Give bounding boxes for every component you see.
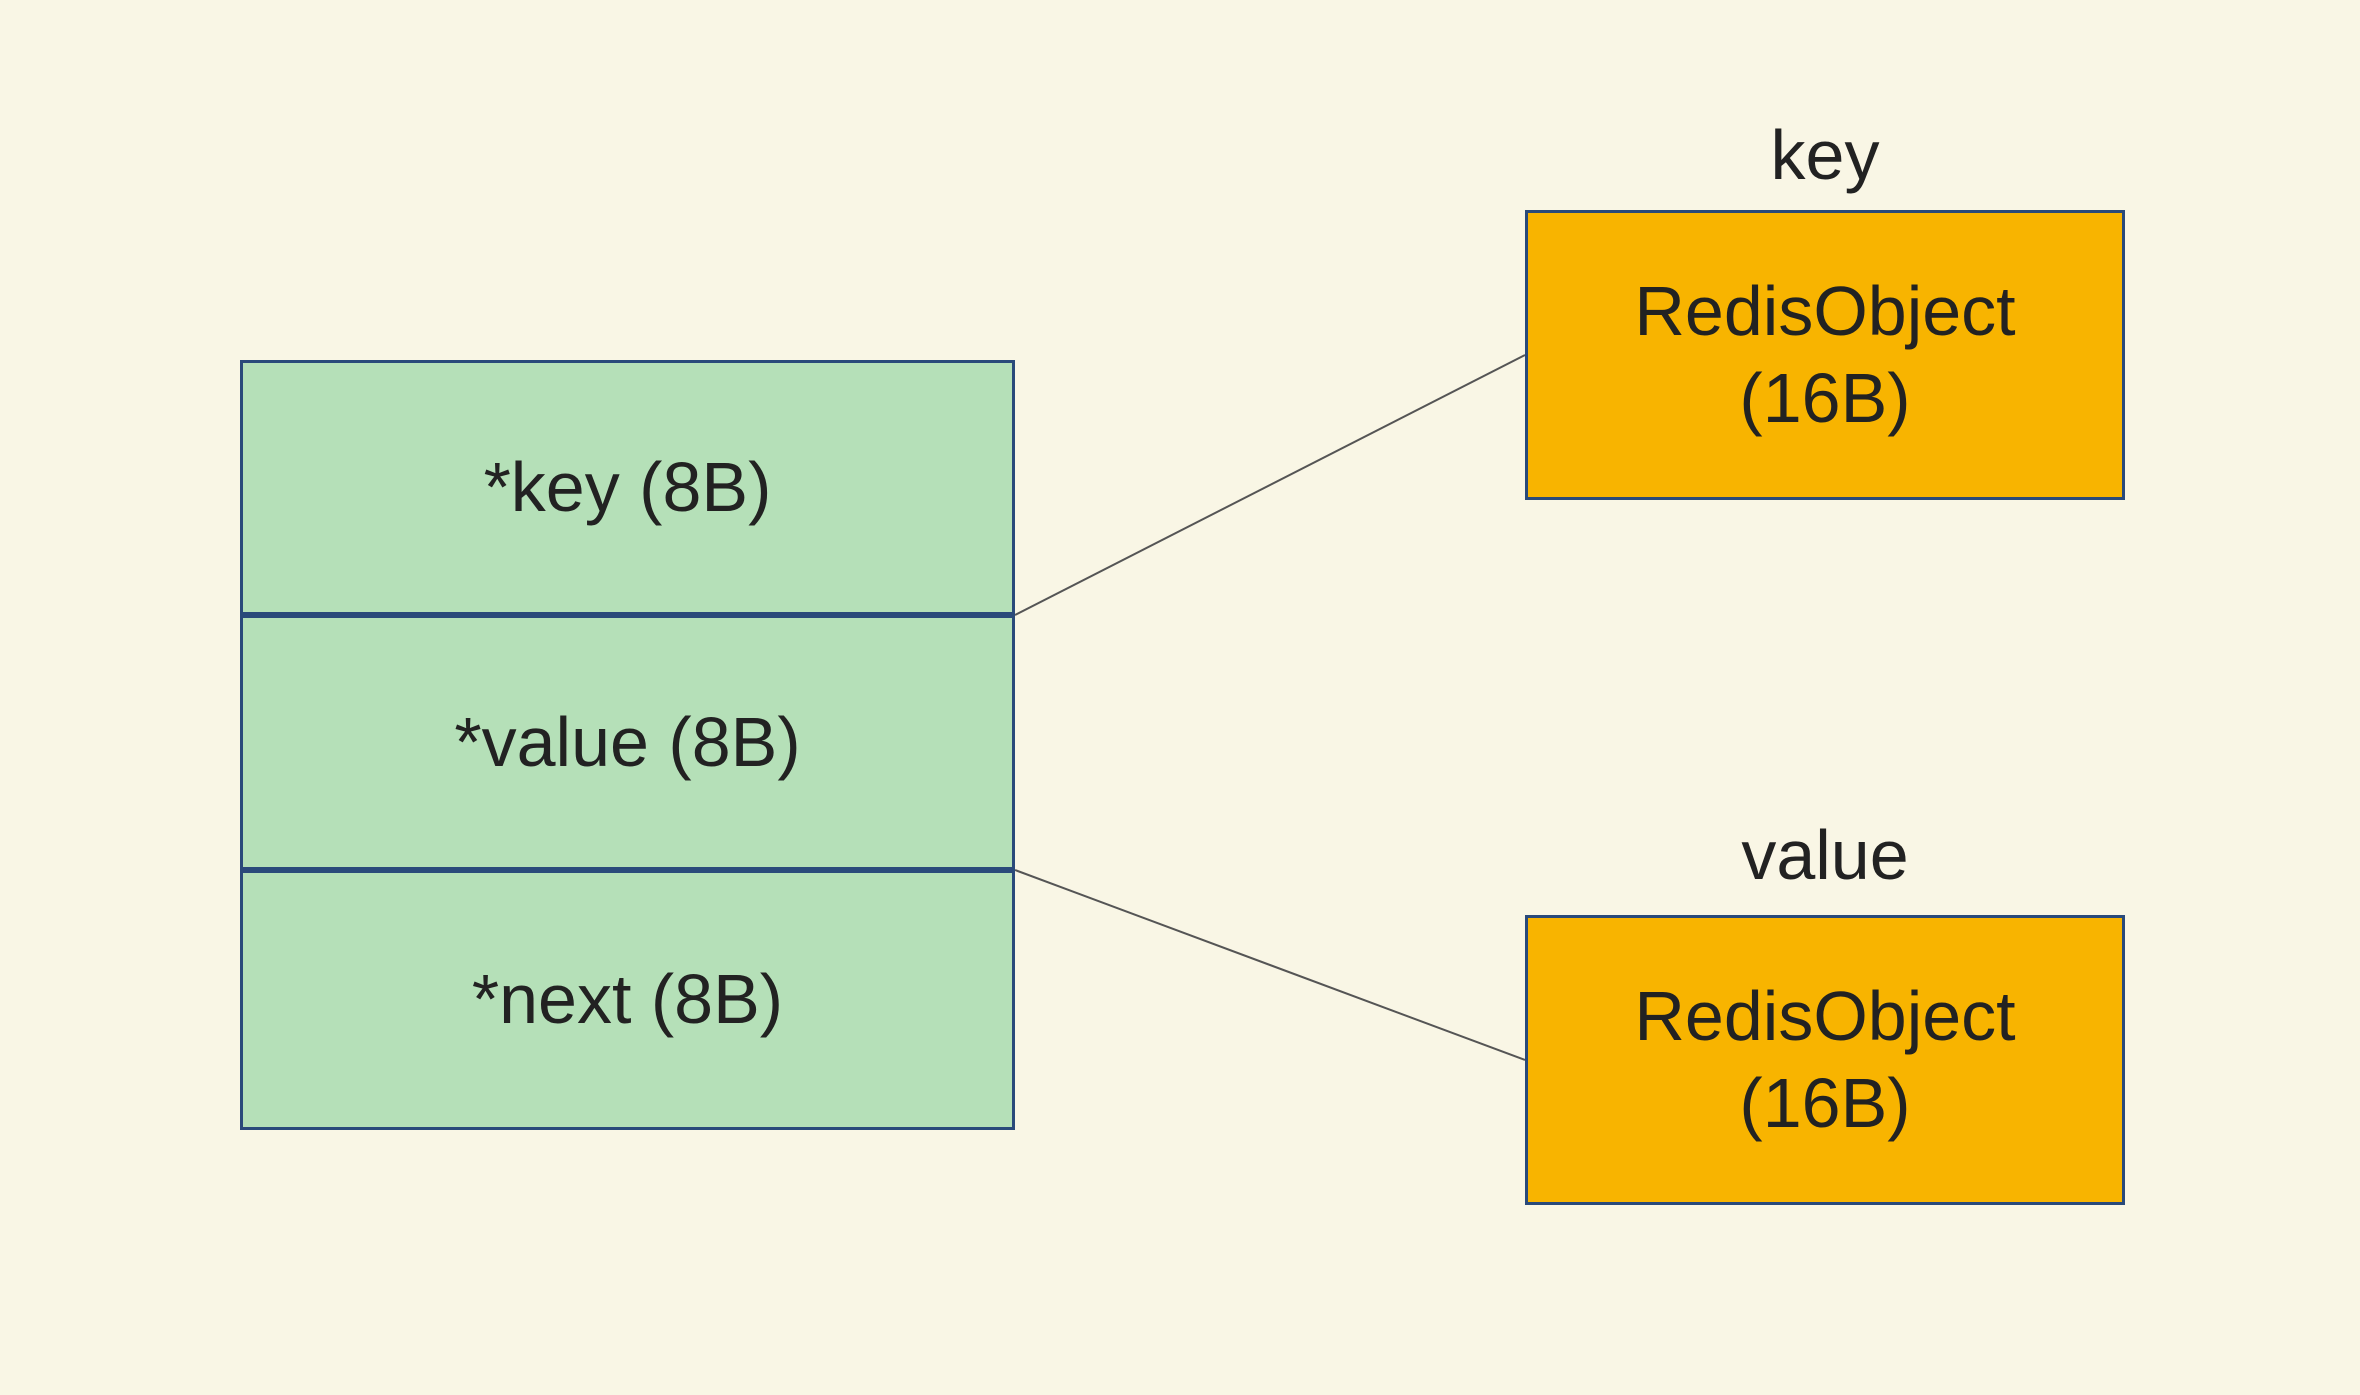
edge-key bbox=[1015, 355, 1525, 615]
entry-next-text: *next (8B) bbox=[472, 956, 783, 1044]
key-label: key bbox=[1525, 115, 2125, 195]
key-label-text: key bbox=[1771, 116, 1880, 194]
key-object-line1: RedisObject bbox=[1634, 268, 2015, 356]
entry-value-cell: *value (8B) bbox=[240, 615, 1015, 870]
entry-next-cell: *next (8B) bbox=[240, 870, 1015, 1130]
entry-key-cell: *key (8B) bbox=[240, 360, 1015, 615]
entry-key-text: *key (8B) bbox=[484, 444, 772, 532]
key-object-line2: (16B) bbox=[1739, 355, 1910, 443]
value-label-text: value bbox=[1741, 816, 1908, 894]
edge-value bbox=[1015, 870, 1525, 1060]
value-label: value bbox=[1525, 815, 2125, 895]
value-object-box: RedisObject (16B) bbox=[1525, 915, 2125, 1205]
entry-value-text: *value (8B) bbox=[454, 699, 800, 787]
value-object-line1: RedisObject bbox=[1634, 973, 2015, 1061]
value-object-line2: (16B) bbox=[1739, 1060, 1910, 1148]
key-object-box: RedisObject (16B) bbox=[1525, 210, 2125, 500]
